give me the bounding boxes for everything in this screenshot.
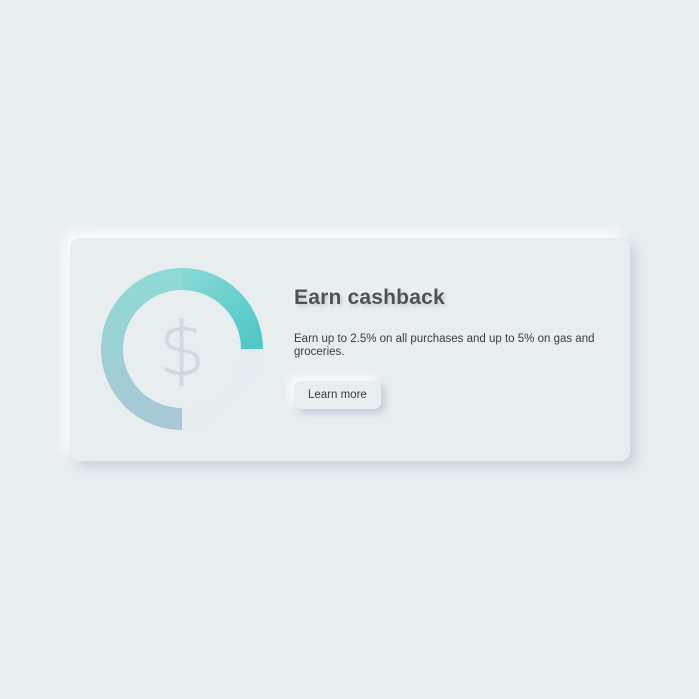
card-title: Earn cashback: [294, 286, 445, 309]
dollar-icon: $: [158, 307, 205, 393]
cashback-content: Earn cashback Earn up to 2.5% on all pur…: [294, 286, 624, 409]
progress-ring-graphic: $: [101, 268, 263, 430]
card-description: Earn up to 2.5% on all purchases and up …: [294, 333, 595, 358]
cashback-card: $ Earn cashback Earn up to 2.5% on all p…: [70, 238, 630, 461]
learn-more-button[interactable]: Learn more: [294, 381, 381, 409]
progress-ring: $: [100, 267, 264, 431]
